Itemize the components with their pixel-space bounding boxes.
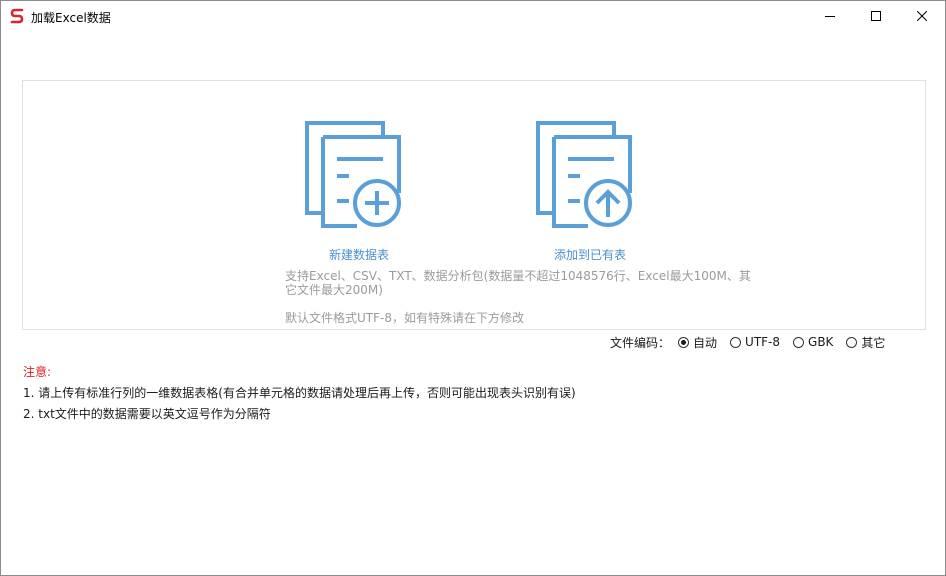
maximize-icon	[871, 11, 881, 21]
new-table-button[interactable]: 新建数据表	[289, 121, 429, 271]
minimize-button[interactable]	[807, 1, 853, 31]
encoding-option-label: 其它	[861, 335, 886, 350]
radio-unchecked-icon[interactable]	[846, 336, 858, 348]
append-to-table-button[interactable]: 添加到已有表	[520, 121, 660, 271]
encoding-option-auto[interactable]: 自动	[678, 334, 717, 351]
encoding-option-other[interactable]: 其它	[846, 334, 885, 351]
radio-unchecked-icon[interactable]	[793, 336, 805, 348]
document-plus-icon	[305, 121, 401, 228]
encoding-option-label: 自动	[693, 335, 718, 350]
encoding-option-label: UTF-8	[745, 335, 781, 349]
title-bar[interactable]: 加载Excel数据	[1, 1, 945, 31]
maximize-button[interactable]	[853, 1, 899, 31]
append-to-table-label: 添加到已有表	[553, 248, 626, 262]
close-icon	[917, 11, 927, 21]
app-logo-icon	[10, 8, 24, 24]
file-drop-panel[interactable]: 新建数据表 添加到已有表 支持Excel、CSV、TXT、数据分析包(数据量不超…	[22, 80, 926, 330]
new-table-label: 新建数据表	[328, 248, 389, 262]
encoding-option-gbk[interactable]: GBK	[793, 335, 833, 349]
supported-formats-text: 支持Excel、CSV、TXT、数据分析包(数据量不超过1048576行、Exc…	[285, 269, 751, 297]
document-upload-icon	[536, 121, 632, 228]
default-encoding-hint: 默认文件格式UTF-8，如有特殊请在下方修改	[285, 311, 524, 325]
encoding-option-utf8[interactable]: UTF-8	[730, 335, 780, 349]
file-encoding-selector: 文件编码： 自动 UTF-8 GBK 其它	[610, 334, 898, 350]
load-excel-dialog: 加载Excel数据 新建数据表 添加到已有表 支持Excel、CSV、TXT、数…	[0, 0, 946, 576]
note-item: 1. 请上传有标准行列的一维数据表格(有合并单元格的数据请处理后再上传，否则可能…	[23, 386, 576, 400]
window-title: 加载Excel数据	[31, 11, 111, 25]
encoding-option-label: GBK	[808, 335, 834, 349]
close-button[interactable]	[899, 1, 945, 31]
radio-unchecked-icon[interactable]	[730, 336, 742, 348]
notes-section: 注意: 1. 请上传有标准行列的一维数据表格(有合并单元格的数据请处理后再上传，…	[23, 362, 576, 425]
file-encoding-label: 文件编码：	[610, 335, 671, 350]
minimize-icon	[825, 16, 835, 17]
note-item: 2. txt文件中的数据需要以英文逗号作为分隔符	[23, 407, 271, 421]
notes-title: 注意:	[23, 365, 52, 379]
radio-checked-icon[interactable]	[678, 336, 690, 348]
